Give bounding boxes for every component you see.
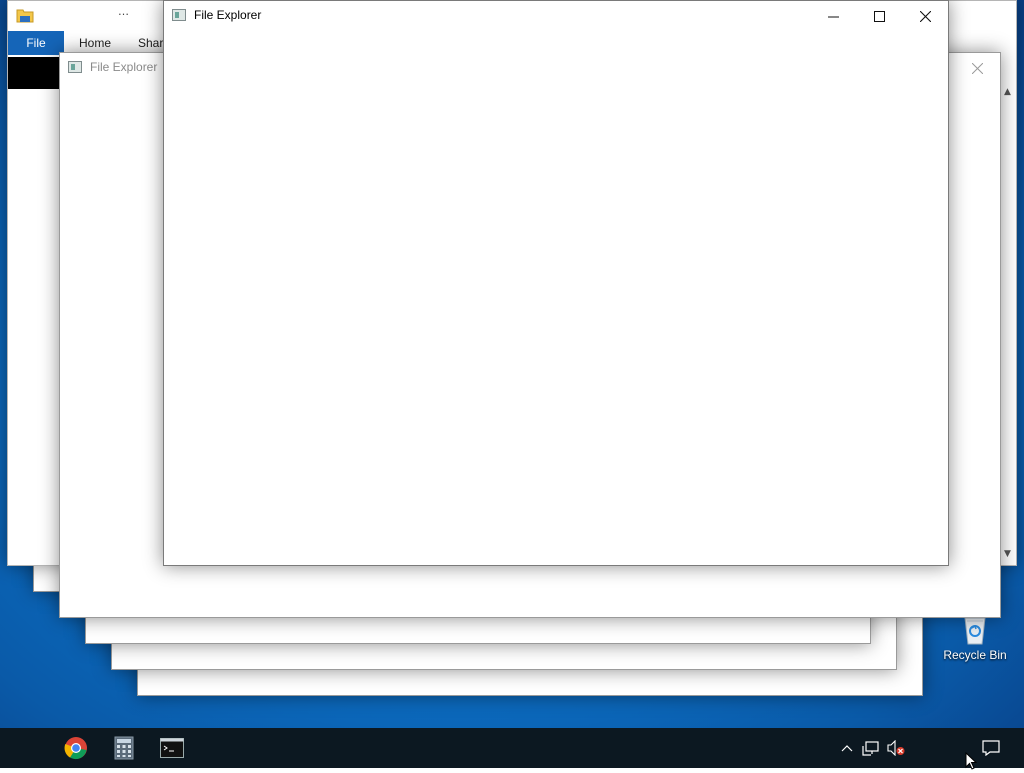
window-content bbox=[164, 31, 948, 565]
show-hidden-icons-chevron[interactable] bbox=[838, 728, 856, 768]
titlebar[interactable]: File Explorer bbox=[164, 1, 948, 31]
recycle-bin-shortcut[interactable]: Recycle Bin bbox=[938, 612, 1012, 662]
minimize-button[interactable] bbox=[810, 1, 856, 31]
recycle-bin-label: Recycle Bin bbox=[943, 648, 1007, 662]
mouse-cursor-icon bbox=[965, 751, 978, 773]
app-icon bbox=[172, 9, 186, 21]
scroll-down-arrow[interactable]: ▼ bbox=[1004, 549, 1011, 559]
folder-icon bbox=[16, 7, 34, 26]
close-button[interactable] bbox=[954, 53, 1000, 83]
terminal-icon[interactable] bbox=[148, 728, 196, 768]
window-title: … bbox=[118, 5, 129, 18]
maximize-button[interactable] bbox=[856, 1, 902, 31]
taskbar bbox=[0, 728, 1024, 768]
tab-file[interactable]: File bbox=[8, 31, 64, 55]
action-center-icon[interactable] bbox=[976, 728, 1006, 768]
close-button[interactable] bbox=[902, 1, 948, 31]
scroll-up-arrow[interactable]: ▲ bbox=[1004, 87, 1011, 97]
app-icon bbox=[68, 61, 82, 73]
desktop: Recycle Bin … File Home Share ▲ ▼ File E… bbox=[0, 0, 1024, 728]
chrome-icon[interactable] bbox=[52, 728, 100, 768]
file-explorer-window-active[interactable]: File Explorer bbox=[163, 0, 949, 566]
calculator-icon[interactable] bbox=[100, 728, 148, 768]
window-title: File Explorer bbox=[90, 60, 158, 74]
network-icon[interactable] bbox=[860, 728, 882, 768]
window-title: File Explorer bbox=[194, 8, 262, 22]
volume-muted-icon[interactable] bbox=[884, 728, 908, 768]
